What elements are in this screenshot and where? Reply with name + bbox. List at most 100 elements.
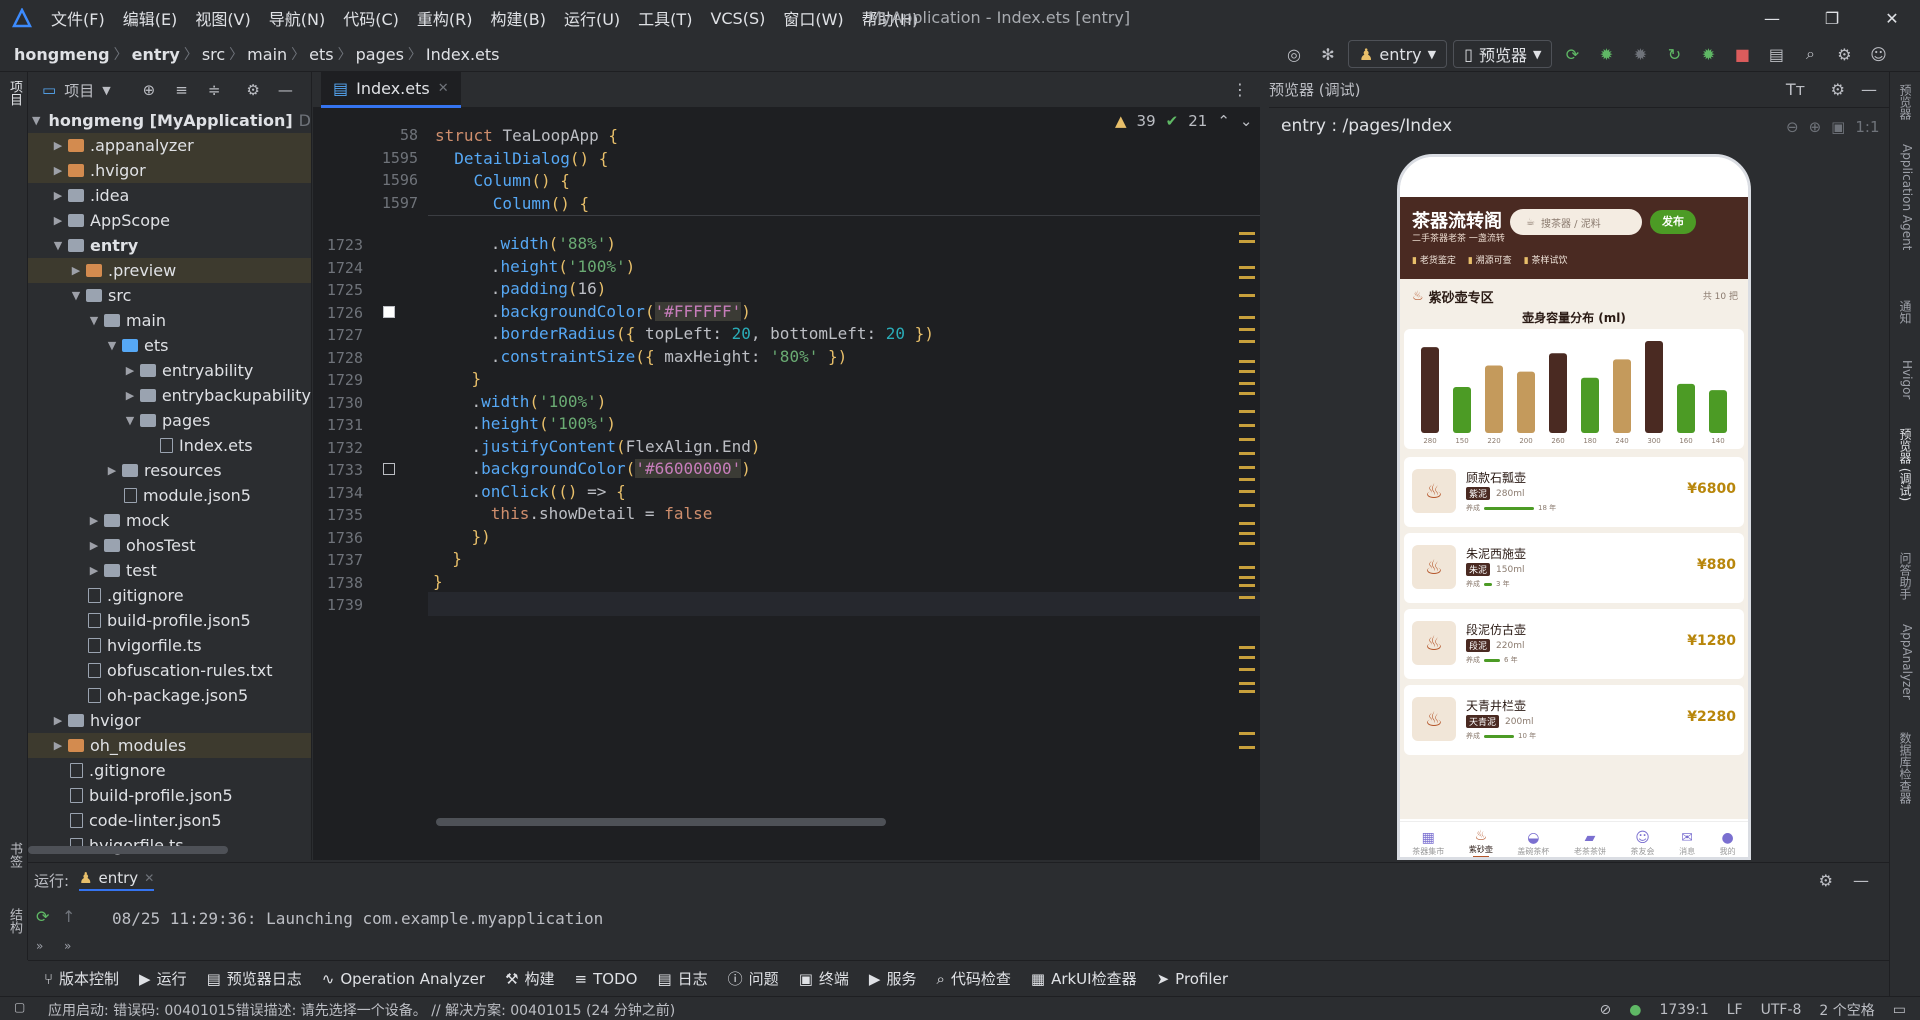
settings-gear-icon[interactable]: ⚙ bbox=[1830, 40, 1858, 68]
rerun-icon[interactable]: ↻ bbox=[1660, 40, 1688, 68]
sticky-code-line[interactable]: Column() { bbox=[435, 171, 570, 190]
error-stripe[interactable] bbox=[1239, 232, 1259, 792]
tree-item[interactable]: obfuscation-rules.txt bbox=[28, 658, 311, 683]
chevron-right-icon[interactable]: ▶ bbox=[50, 164, 66, 177]
close-window-button[interactable]: ✕ bbox=[1864, 0, 1920, 36]
warning-mark[interactable] bbox=[1239, 504, 1255, 507]
chevron-right-icon[interactable]: ▶ bbox=[50, 214, 66, 227]
warning-mark[interactable] bbox=[1239, 690, 1255, 693]
code-line[interactable]: .height('100%') bbox=[433, 257, 636, 276]
menu-item-10[interactable]: 窗口(W) bbox=[774, 0, 852, 36]
chevron-right-icon[interactable]: ▶ bbox=[50, 739, 66, 752]
project-tool-tab[interactable]: 项目 bbox=[4, 80, 24, 106]
breadcrumb-item[interactable]: main 〉 bbox=[247, 44, 309, 64]
chevron-right-icon[interactable]: ▶ bbox=[86, 564, 102, 577]
debug-icon[interactable]: ✹ bbox=[1592, 40, 1620, 68]
publish-button[interactable]: 发布 bbox=[1650, 210, 1696, 234]
tree-item[interactable]: ▼ pages bbox=[28, 408, 311, 433]
product-card[interactable]: ♨ 朱泥西施壶 朱泥 150ml 养成 3 年 ¥880 bbox=[1404, 533, 1744, 603]
breadcrumb-item[interactable]: Index.ets bbox=[426, 45, 500, 64]
device-select[interactable]: ▯ 预览器 ▼ bbox=[1453, 40, 1553, 68]
tree-item[interactable]: code-linter.json5 bbox=[28, 808, 311, 833]
chevron-down-icon[interactable]: ▼ bbox=[32, 114, 40, 127]
code-area[interactable]: .width('88%') .height('100%') .padding(1… bbox=[313, 108, 1260, 860]
bookmarks-tool-tab[interactable]: 书签 bbox=[4, 842, 24, 868]
warning-mark[interactable] bbox=[1239, 438, 1255, 441]
warning-mark[interactable] bbox=[1239, 668, 1255, 671]
app-tab-item[interactable]: ☺ 茶友会 bbox=[1631, 830, 1655, 857]
code-line[interactable]: }) bbox=[433, 527, 491, 546]
chevron-right-icon[interactable]: ▶ bbox=[86, 539, 102, 552]
warning-mark[interactable] bbox=[1239, 732, 1255, 735]
tree-item[interactable]: ▶ .idea bbox=[28, 183, 311, 208]
zoom-in-icon[interactable]: ⊕ bbox=[1809, 118, 1822, 136]
target-icon[interactable]: ◎ bbox=[1280, 40, 1308, 68]
project-structure-icon[interactable]: ▤ bbox=[1762, 40, 1790, 68]
tree-item[interactable]: ▶ resources bbox=[28, 458, 311, 483]
menu-item-4[interactable]: 代码(C) bbox=[334, 0, 408, 36]
scroll-up-icon[interactable]: ↑ bbox=[62, 907, 75, 926]
maximize-button[interactable]: ❐ bbox=[1804, 0, 1860, 36]
tree-item[interactable]: ▶ test bbox=[28, 558, 311, 583]
code-line[interactable]: .width('88%') bbox=[433, 234, 616, 253]
warning-mark[interactable] bbox=[1239, 410, 1255, 413]
right-tool-tab[interactable]: 通知 bbox=[1896, 300, 1914, 324]
menu-item-3[interactable]: 导航(N) bbox=[260, 0, 334, 36]
warning-mark[interactable] bbox=[1239, 576, 1255, 579]
warning-mark[interactable] bbox=[1239, 656, 1255, 659]
close-run-tab-icon[interactable]: ✕ bbox=[144, 871, 154, 885]
stop-icon[interactable]: ■ bbox=[1728, 40, 1756, 68]
bug-icon[interactable]: ✻ bbox=[1314, 40, 1342, 68]
code-line[interactable]: this.showDetail = false bbox=[433, 504, 713, 523]
tree-item[interactable]: ▶ mock bbox=[28, 508, 311, 533]
menu-item-5[interactable]: 重构(R) bbox=[408, 0, 482, 36]
hide-run-icon[interactable]: — bbox=[1853, 871, 1869, 890]
chevron-right-icon[interactable]: ▶ bbox=[50, 189, 66, 202]
breadcrumb-item[interactable]: pages 〉 bbox=[356, 44, 426, 64]
warning-mark[interactable] bbox=[1239, 392, 1255, 395]
tree-item[interactable]: ▶ ohosTest bbox=[28, 533, 311, 558]
menu-item-8[interactable]: 工具(T) bbox=[629, 0, 701, 36]
structure-tool-tab[interactable]: 结构 bbox=[4, 908, 24, 934]
tree-item[interactable]: .gitignore bbox=[28, 758, 311, 783]
tree-scrollbar[interactable] bbox=[28, 846, 228, 854]
chevron-right-icon[interactable]: ▶ bbox=[122, 389, 138, 402]
tree-item[interactable]: ▶ oh_modules bbox=[28, 733, 311, 758]
breadcrumb-item[interactable]: entry 〉 bbox=[132, 44, 202, 64]
chevron-right-icon[interactable]: ▶ bbox=[104, 464, 120, 477]
code-line[interactable]: } bbox=[433, 369, 482, 388]
tree-item[interactable]: oh-package.json5 bbox=[28, 683, 311, 708]
right-tool-tab[interactable]: 问答助手 bbox=[1896, 552, 1914, 600]
hide-panel-icon[interactable]: — bbox=[278, 81, 293, 99]
code-line[interactable]: .constraintSize({ maxHeight: '80%' }) bbox=[433, 347, 847, 366]
chevron-right-icon[interactable]: ▶ bbox=[68, 264, 84, 277]
warning-mark[interactable] bbox=[1239, 328, 1255, 331]
indent-setting[interactable]: 2 个空格 bbox=[1819, 1000, 1874, 1020]
warning-mark[interactable] bbox=[1239, 646, 1255, 649]
tab-index-ets[interactable]: ▤ Index.ets ✕ bbox=[321, 72, 461, 108]
warning-mark[interactable] bbox=[1239, 360, 1255, 363]
tree-item[interactable]: .gitignore bbox=[28, 583, 311, 608]
menu-item-9[interactable]: VCS(S) bbox=[701, 0, 774, 36]
right-tool-tab[interactable]: Application Agent bbox=[1896, 144, 1914, 250]
app-tab-item[interactable]: ◒ 盖碗茶杯 bbox=[1517, 830, 1549, 857]
minimize-button[interactable]: — bbox=[1744, 0, 1800, 36]
tree-item[interactable]: ▼ ets bbox=[28, 333, 311, 358]
previewer-gear-icon[interactable]: ⚙ bbox=[1831, 80, 1845, 99]
chevron-right-icon[interactable]: ▶ bbox=[122, 364, 138, 377]
zoom-out-icon[interactable]: ⊖ bbox=[1786, 118, 1799, 136]
horizontal-scrollbar[interactable] bbox=[436, 818, 886, 826]
attach-debug-icon[interactable]: ✹ bbox=[1626, 40, 1654, 68]
warning-mark[interactable] bbox=[1239, 340, 1255, 343]
fit-icon[interactable]: ▣ bbox=[1831, 118, 1845, 136]
tree-item[interactable]: hvigorfile.ts bbox=[28, 633, 311, 658]
chevron-down-icon[interactable]: ▼ bbox=[102, 84, 110, 97]
code-line[interactable]: .height('100%') bbox=[433, 414, 617, 433]
app-tab-item[interactable]: ▰ 老茶茶饼 bbox=[1574, 830, 1606, 857]
warning-mark[interactable] bbox=[1239, 266, 1255, 269]
tree-item[interactable]: ▶ entryability bbox=[28, 358, 311, 383]
run-gear-icon[interactable]: ⚙ bbox=[1819, 871, 1833, 890]
warning-mark[interactable] bbox=[1239, 382, 1255, 385]
tool-tab[interactable]: ⓘ 问题 bbox=[718, 968, 789, 989]
tree-item[interactable]: ▼ main bbox=[28, 308, 311, 333]
